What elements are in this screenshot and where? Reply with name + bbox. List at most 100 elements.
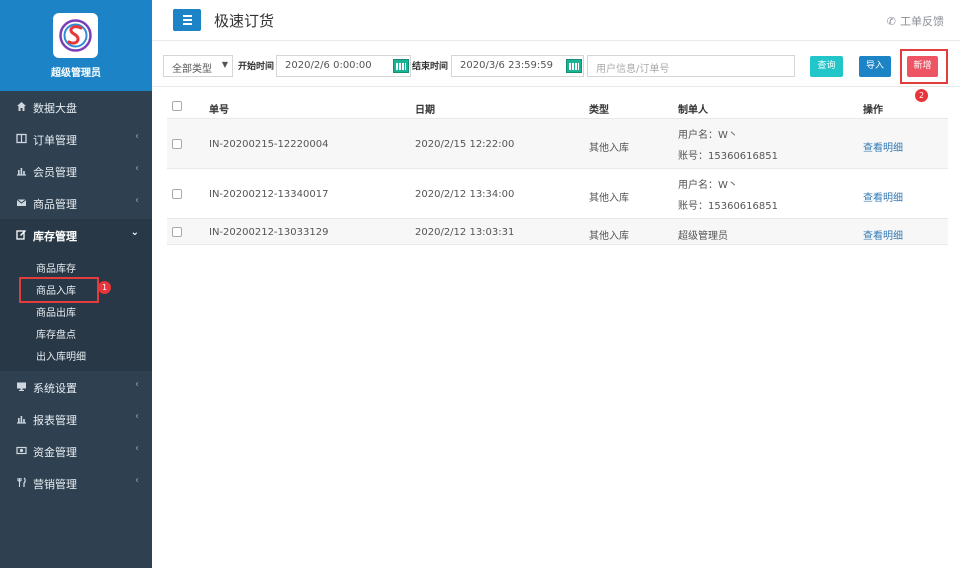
submenu-item-stock[interactable]: 商品库存 — [0, 255, 152, 277]
type-select[interactable]: 全部类型 ▼ — [163, 55, 233, 77]
view-detail-link[interactable]: 查看明细 — [863, 227, 903, 242]
table-row: IN-20200215-12220004 2020/2/15 12:22:00 … — [167, 119, 948, 169]
chevron-left-icon: ‹ — [135, 131, 139, 142]
row-checkbox[interactable] — [172, 139, 182, 149]
bar-chart-icon — [17, 168, 26, 176]
order-date: 2020/2/12 13:03:31 — [415, 227, 515, 238]
sidebar-item-members[interactable]: 会员管理 ‹ — [0, 155, 152, 187]
creator-user: 用户名：W丶 — [678, 180, 738, 191]
sidebar-item-dashboard[interactable]: 数据大盘 — [0, 91, 152, 123]
sidebar-item-marketing[interactable]: 营销管理 ‹ — [0, 467, 152, 499]
import-button[interactable]: 导入 — [859, 56, 891, 77]
hamburger-line — [183, 19, 192, 21]
new-button[interactable]: 新增 — [907, 56, 938, 77]
calendar-icon[interactable] — [566, 59, 582, 73]
header-date: 日期 — [415, 105, 435, 116]
columns-icon — [16, 133, 27, 144]
end-time-label: 结束时间 — [412, 62, 449, 72]
submenu-item-label: 出入库明细 — [36, 352, 86, 363]
sidebar-item-orders[interactable]: 订单管理 ‹ — [0, 123, 152, 155]
sidebar-item-label: 数据大盘 — [33, 102, 77, 115]
order-no: IN-20200212-13033129 — [209, 227, 329, 238]
row-checkbox[interactable] — [172, 189, 182, 199]
chevron-left-icon: ‹ — [135, 195, 139, 206]
order-date: 2020/2/15 12:22:00 — [415, 139, 515, 150]
brand-area: 超级管理员 — [0, 0, 152, 91]
hamburger-icon — [183, 15, 192, 17]
sidebar-item-label: 会员管理 — [33, 166, 77, 179]
submenu-item-stock-detail[interactable]: 出入库明细 — [0, 343, 152, 365]
select-all-checkbox[interactable] — [172, 101, 182, 111]
filter-bar: 全部类型 ▼ 开始时间 2020/2/6 0:00:00 结束时间 2020/3… — [152, 41, 960, 102]
logo-icon — [53, 13, 98, 58]
search-input[interactable]: 用户信息/订单号 — [587, 55, 795, 77]
header-action: 操作 — [863, 105, 883, 116]
view-detail-link[interactable]: 查看明细 — [863, 139, 903, 154]
cutlery-icon — [17, 477, 26, 487]
order-no: IN-20200215-12220004 — [209, 139, 329, 150]
submenu-item-stocktake[interactable]: 库存盘点 — [0, 321, 152, 343]
sidebar-item-reports[interactable]: 报表管理 ‹ — [0, 403, 152, 435]
order-type: 其他入库 — [589, 193, 629, 204]
creator-account: 账号：15360616851 — [678, 201, 778, 212]
submenu-item-stock-in[interactable]: 商品入库 1 — [0, 277, 152, 303]
search-placeholder: 用户信息/订单号 — [596, 64, 670, 75]
end-date-input[interactable]: 2020/3/6 23:59:59 — [451, 55, 584, 77]
header-creator: 制单人 — [678, 105, 708, 116]
start-date-input[interactable]: 2020/2/6 0:00:00 — [276, 55, 411, 77]
menu-toggle-button[interactable] — [173, 9, 201, 31]
sidebar-menu: 数据大盘 订单管理 ‹ 会员管理 ‹ 商品管理 ‹ 库存管理 ⌄ 商品库存 商品… — [0, 91, 152, 499]
creator-user: 超级管理员 — [678, 231, 728, 242]
order-date: 2020/2/12 13:34:00 — [415, 189, 515, 200]
sidebar-item-settings[interactable]: 系统设置 ‹ — [0, 371, 152, 403]
chevron-left-icon: ‹ — [135, 475, 139, 486]
creator-user: 用户名：W丶 — [678, 130, 738, 141]
row-checkbox[interactable] — [172, 227, 182, 237]
brand-name: 超级管理员 — [51, 68, 101, 79]
start-time-label: 开始时间 — [238, 62, 275, 72]
sidebar-item-inventory[interactable]: 库存管理 ⌄ — [0, 219, 152, 251]
creator-account: 账号：15360616851 — [678, 151, 778, 162]
order-no: IN-20200212-13340017 — [209, 189, 329, 200]
sidebar-item-label: 报表管理 — [33, 414, 77, 427]
chevron-left-icon: ‹ — [135, 163, 139, 174]
submenu-item-label: 库存盘点 — [36, 330, 76, 341]
chevron-down-icon: ⌄ — [130, 227, 139, 238]
query-button[interactable]: 查询 — [810, 56, 843, 77]
submenu-item-label: 商品出库 — [36, 308, 76, 319]
top-bar: 极速订货 ✆ 工单反馈 — [152, 0, 960, 41]
sidebar-item-products[interactable]: 商品管理 ‹ — [0, 187, 152, 219]
chevron-left-icon: ‹ — [135, 443, 139, 454]
bar-chart-icon — [17, 416, 26, 424]
home-icon — [17, 102, 26, 111]
feedback-link[interactable]: ✆ 工单反馈 — [887, 13, 944, 29]
inventory-submenu: 商品库存 商品入库 1 商品出库 库存盘点 出入库明细 — [0, 251, 152, 371]
table-row: IN-20200212-13033129 2020/2/12 13:03:31 … — [167, 219, 948, 245]
header-type: 类型 — [589, 105, 609, 116]
submenu-item-stock-out[interactable]: 商品出库 — [0, 299, 152, 321]
desktop-icon — [17, 382, 26, 391]
view-detail-link[interactable]: 查看明细 — [863, 189, 903, 204]
page-title: 极速订货 — [214, 12, 275, 30]
calendar-icon[interactable] — [393, 59, 409, 73]
sidebar-item-label: 系统设置 — [33, 382, 77, 395]
sidebar-item-label: 库存管理 — [33, 230, 77, 243]
start-date-value: 2020/2/6 0:00:00 — [285, 60, 372, 71]
type-select-value: 全部类型 — [172, 64, 212, 75]
submenu-item-label: 商品库存 — [36, 264, 76, 275]
sidebar-item-label: 订单管理 — [33, 134, 77, 147]
hamburger-line — [183, 23, 192, 25]
sidebar: 超级管理员 数据大盘 订单管理 ‹ 会员管理 ‹ 商品管理 ‹ 库存管理 ⌄ 商… — [0, 0, 152, 568]
envelope-icon — [16, 199, 27, 206]
caret-down-icon: ▼ — [221, 60, 228, 69]
end-date-value: 2020/3/6 23:59:59 — [460, 60, 554, 71]
edit-icon — [16, 230, 26, 240]
step-badge-1: 1 — [98, 281, 111, 294]
submenu-item-label: 商品入库 — [36, 286, 76, 297]
table-row: IN-20200212-13340017 2020/2/12 13:34:00 … — [167, 169, 948, 219]
order-type: 其他入库 — [589, 143, 629, 154]
sidebar-item-label: 资金管理 — [33, 446, 77, 459]
sidebar-item-finance[interactable]: 资金管理 ‹ — [0, 435, 152, 467]
sidebar-item-label: 商品管理 — [33, 198, 77, 211]
header-order-no: 单号 — [209, 105, 229, 116]
